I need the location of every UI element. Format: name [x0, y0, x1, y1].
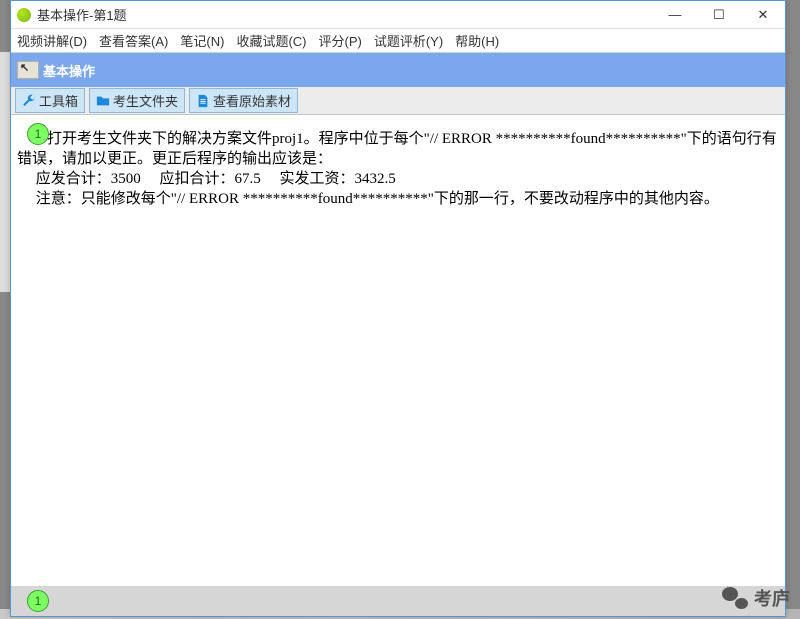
menu-favorite[interactable]: 收藏试题(C): [236, 31, 306, 50]
minimize-button[interactable]: —: [653, 1, 697, 28]
view-raw-button[interactable]: 查看原始素材: [189, 88, 298, 113]
menu-video-explain[interactable]: 视频讲解(D): [17, 31, 87, 50]
tab-page-icon: [17, 61, 39, 79]
background-left-strip: [0, 52, 10, 292]
toolbox-button[interactable]: 工具箱: [15, 88, 85, 113]
maximize-button[interactable]: ☐: [697, 1, 741, 28]
titlebar[interactable]: 基本操作-第1题 — ☐ ✕: [11, 1, 785, 29]
menu-help[interactable]: 帮助(H): [455, 31, 499, 50]
tab-label: 基本操作: [43, 61, 95, 80]
close-button[interactable]: ✕: [741, 1, 785, 28]
menubar: 视频讲解(D) 查看答案(A) 笔记(N) 收藏试题(C) 评分(P) 试题评析…: [11, 29, 785, 53]
footer-number-badge: 1: [27, 590, 49, 612]
toolbar: 工具箱 考生文件夹 查看原始素材: [11, 87, 785, 115]
window-title: 基本操作-第1题: [37, 5, 653, 24]
folder-icon: [96, 94, 110, 108]
question-text: 打开考生文件夹下的解决方案文件proj1。程序中位于每个"// ERROR **…: [11, 115, 785, 209]
question-number-badge: 1: [27, 123, 49, 145]
menu-view-answer[interactable]: 查看答案(A): [99, 31, 168, 50]
menu-analysis[interactable]: 试题评析(Y): [374, 31, 443, 50]
candidate-folder-label: 考生文件夹: [113, 91, 178, 110]
window-controls: — ☐ ✕: [653, 1, 785, 28]
candidate-folder-button[interactable]: 考生文件夹: [89, 88, 185, 113]
footer: 1: [11, 586, 785, 616]
document-icon: [196, 94, 210, 108]
content-area: 1 打开考生文件夹下的解决方案文件proj1。程序中位于每个"// ERROR …: [11, 115, 785, 586]
app-icon: [17, 8, 31, 22]
app-window: 基本操作-第1题 — ☐ ✕ 视频讲解(D) 查看答案(A) 笔记(N) 收藏试…: [10, 0, 786, 617]
toolbox-label: 工具箱: [39, 91, 78, 110]
menu-notes[interactable]: 笔记(N): [180, 31, 224, 50]
wrench-icon: [22, 94, 36, 108]
menu-score[interactable]: 评分(P): [318, 31, 361, 50]
view-raw-label: 查看原始素材: [213, 91, 291, 110]
tab-basic-operation[interactable]: 基本操作: [15, 57, 105, 83]
tabstrip: 基本操作: [11, 53, 785, 87]
